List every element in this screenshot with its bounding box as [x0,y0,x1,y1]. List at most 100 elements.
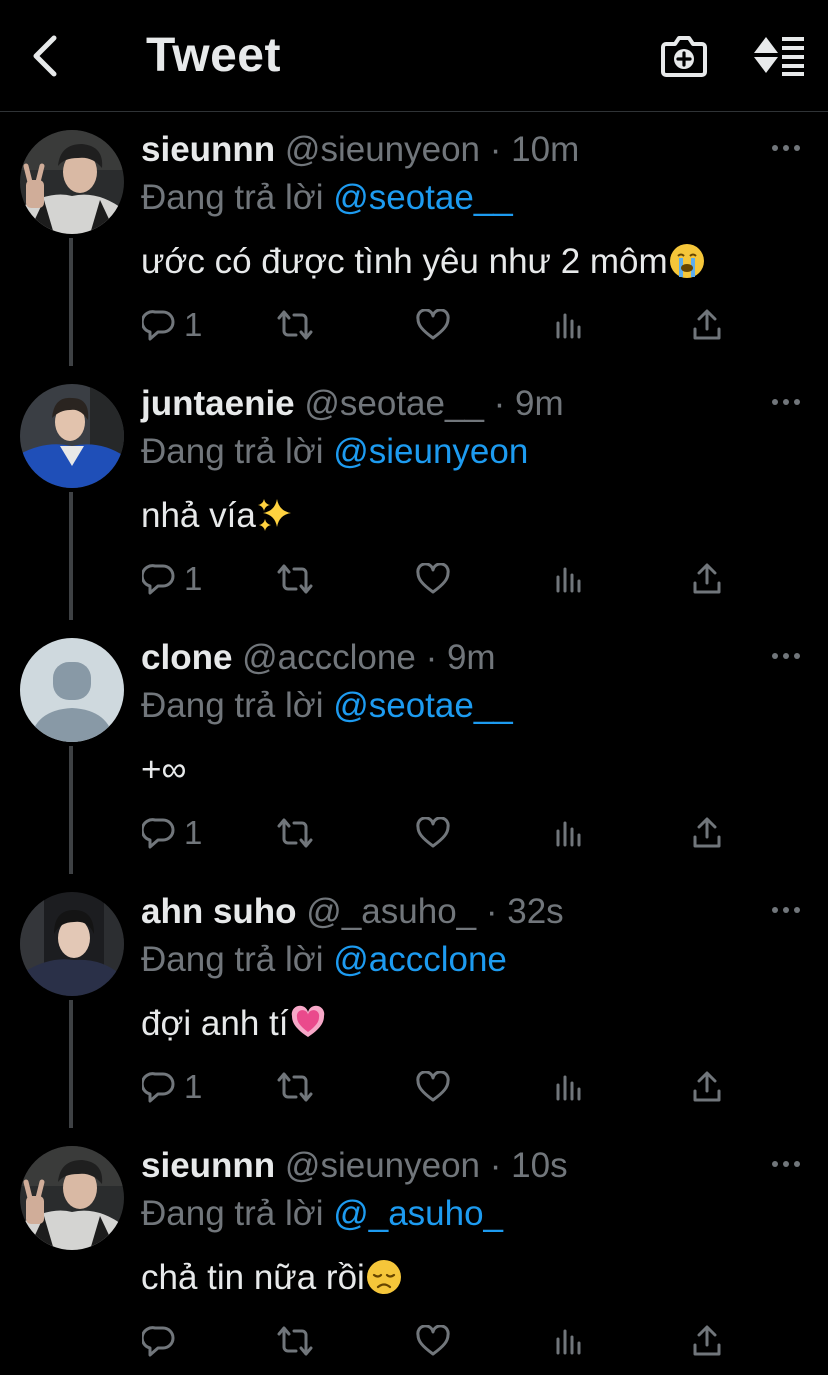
avatar-photo [20,130,124,234]
tweet-text-content: +∞ [141,750,187,789]
replying-to-label: Đang trả lời [141,686,324,725]
tweet-header: juntaenie @seotae__ · 9m [141,384,564,424]
reply-button[interactable]: 1 [142,810,212,856]
retweet-icon [277,1072,313,1102]
retweet-icon [277,564,313,594]
timestamp: 9m [446,638,496,677]
like-button[interactable] [416,810,452,856]
display-name[interactable]: clone [141,638,232,677]
sort-button[interactable] [752,34,806,76]
retweet-button[interactable] [276,556,316,602]
retweet-button[interactable] [276,810,316,856]
retweet-button[interactable] [276,302,316,348]
share-button[interactable] [692,810,724,856]
avatar[interactable] [20,384,124,488]
reply-tweet[interactable]: clone @accclone · 9m Đang trả lời @seota… [0,620,828,874]
tweet-actions: 1 [0,810,828,856]
reply-button[interactable]: 1 [142,556,212,602]
analytics-button[interactable] [554,302,586,348]
like-button[interactable] [416,302,452,348]
user-handle[interactable]: @sieunyeon [285,130,480,169]
avatar[interactable] [20,638,124,742]
mention-link[interactable]: @sieunyeon [333,432,528,471]
analytics-icon [556,821,581,847]
replying-to: Đang trả lời @seotae__ [141,686,513,726]
retweet-button[interactable] [276,1318,316,1364]
avatar[interactable] [20,1146,124,1250]
separator-dot: · [425,638,438,677]
reply-button[interactable]: 1 [142,302,212,348]
like-button[interactable] [416,1318,452,1364]
avatar[interactable] [20,892,124,996]
mention-link[interactable]: @accclone [333,940,507,979]
display-name[interactable]: sieunnn [141,130,275,169]
analytics-button[interactable] [554,556,586,602]
user-handle[interactable]: @seotae__ [304,384,484,423]
default-avatar-icon [20,638,124,742]
reply-tweet[interactable]: sieunnn @sieunyeon · 10s Đang trả lời @_… [0,1128,828,1375]
reply-tweet[interactable]: ahn suho @_asuho_ · 32s Đang trả lời @ac… [0,874,828,1128]
reply-tweet[interactable]: juntaenie @seotae__ · 9m Đang trả lời @s… [0,366,828,620]
tweet-text: chả tin nữa rồi [141,1256,402,1300]
heart-icon [416,563,450,594]
replying-to-label: Đang trả lời [141,940,324,979]
replying-to: Đang trả lời @sieunyeon [141,432,528,472]
reply-button[interactable] [142,1318,212,1364]
mention-link[interactable]: @seotae__ [333,178,513,217]
reply-icon [142,1326,175,1357]
reply-icon [142,818,175,849]
tweet-text-content: nhả vía [141,496,256,535]
replying-to: Đang trả lời @accclone [141,940,507,980]
tweet-text: đợi anh tí [141,1002,326,1046]
retweet-icon [277,818,313,848]
reply-button[interactable]: 1 [142,1064,212,1110]
user-handle[interactable]: @accclone [242,638,416,677]
share-button[interactable] [692,302,724,348]
timestamp: 10s [511,1146,568,1185]
more-icon [772,1161,800,1167]
share-button[interactable] [692,1064,724,1110]
disappointed-face-icon [366,1260,401,1294]
mention-link[interactable]: @_asuho_ [333,1194,503,1233]
retweet-icon [277,1326,313,1356]
tweet-text: +∞ [141,748,186,792]
replying-to: Đang trả lời @seotae__ [141,178,513,218]
reply-tweet[interactable]: sieunnn @sieunyeon · 10m Đang trả lời @s… [0,112,828,366]
user-handle[interactable]: @_asuho_ [306,892,476,931]
timestamp: 10m [511,130,580,169]
share-button[interactable] [692,556,724,602]
display-name[interactable]: ahn suho [141,892,297,931]
like-button[interactable] [416,1064,452,1110]
more-options-button[interactable] [770,138,802,158]
analytics-icon [556,567,581,593]
reply-count: 1 [184,560,203,597]
loudly-crying-face-icon [669,244,704,278]
camera-button[interactable] [660,34,708,78]
analytics-button[interactable] [554,810,586,856]
back-button[interactable] [26,32,66,80]
analytics-button[interactable] [554,1318,586,1364]
display-name[interactable]: juntaenie [141,384,295,423]
timestamp: 32s [507,892,564,931]
share-icon [693,1071,721,1102]
more-options-button[interactable] [770,900,802,920]
tweet-header: ahn suho @_asuho_ · 32s [141,892,564,932]
avatar-photo [20,384,124,488]
share-icon [693,563,721,594]
display-name[interactable]: sieunnn [141,1146,275,1185]
tweet-text: ước có được tình yêu như 2 môm [141,240,705,284]
like-button[interactable] [416,556,452,602]
sparkles-icon [257,499,291,531]
mention-link[interactable]: @seotae__ [333,686,513,725]
more-options-button[interactable] [770,392,802,412]
share-button[interactable] [692,1318,724,1364]
analytics-icon [556,313,581,339]
more-options-button[interactable] [770,646,802,666]
tweet-text-content: chả tin nữa rồi [141,1258,365,1297]
user-handle[interactable]: @sieunyeon [285,1146,480,1185]
analytics-button[interactable] [554,1064,586,1110]
tweet-actions: 1 [0,1064,828,1110]
retweet-button[interactable] [276,1064,316,1110]
more-options-button[interactable] [770,1154,802,1174]
avatar[interactable] [20,130,124,234]
